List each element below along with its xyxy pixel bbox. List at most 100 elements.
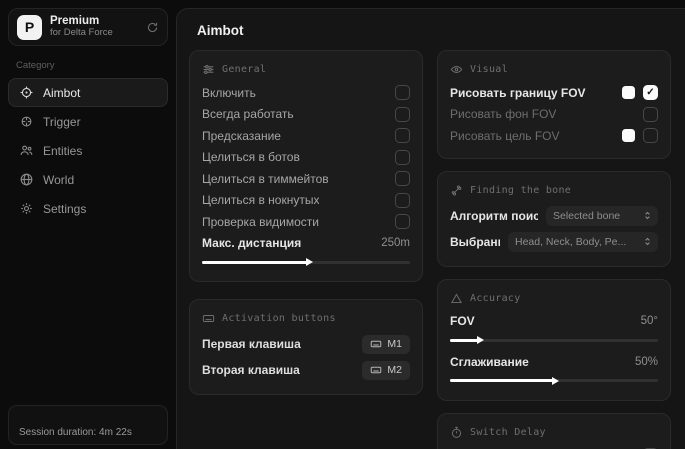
select-value: Selected bone bbox=[553, 209, 621, 222]
slider-label-row: FOV 50° bbox=[450, 311, 658, 333]
keybind-button-m2[interactable]: M2 bbox=[362, 360, 410, 380]
sidebar-item-entities[interactable]: Entities bbox=[8, 136, 168, 165]
premium-card: P Premium for Delta Force bbox=[8, 8, 168, 46]
keybind-value: M2 bbox=[387, 364, 402, 376]
sidebar-item-aimbot[interactable]: Aimbot bbox=[8, 78, 168, 107]
slider-track bbox=[202, 258, 410, 266]
unfold-icon bbox=[645, 237, 650, 246]
panel-accuracy: Accuracy FOV 50° Сглаживание 50% bbox=[437, 278, 671, 401]
slider-label-row: Макс. дистанция 250m bbox=[202, 233, 410, 255]
panel-general-header: General bbox=[202, 60, 410, 79]
main-panel: Aimbot General Включить ✓ Всегда работат… bbox=[176, 8, 685, 449]
globe-icon bbox=[19, 172, 34, 187]
keyboard-icon bbox=[202, 312, 215, 325]
sidebar-item-world[interactable]: World bbox=[8, 165, 168, 194]
session-card: Session duration: 4m 22s bbox=[8, 405, 168, 445]
toggle-row: Целиться в тиммейтов ✓ bbox=[202, 168, 410, 190]
panel-title: General bbox=[222, 64, 267, 75]
panel-accuracy-header: Accuracy bbox=[450, 289, 658, 308]
keybind-value: M1 bbox=[387, 338, 402, 350]
keybind-row: Первая клавиша M1 bbox=[202, 331, 410, 357]
sliders-icon bbox=[202, 63, 215, 76]
toggle-label: Проверка видимости bbox=[202, 214, 319, 229]
panel-finding-bone: Finding the bone Алгоритм поиска кости S… bbox=[437, 170, 671, 267]
sidebar-item-label: World bbox=[43, 172, 75, 187]
keybind-row: Вторая клавиша M2 bbox=[202, 357, 410, 383]
panel-title: Finding the bone bbox=[470, 184, 572, 196]
smoothing-slider[interactable] bbox=[450, 375, 658, 387]
users-icon bbox=[19, 143, 34, 158]
gear-icon bbox=[19, 201, 34, 216]
checkbox[interactable]: ✓ bbox=[643, 106, 658, 122]
sidebar-item-trigger[interactable]: Trigger bbox=[8, 107, 168, 136]
color-swatch[interactable] bbox=[622, 86, 635, 100]
slider-thumb[interactable] bbox=[477, 336, 485, 344]
visual-label: Рисовать фон FOV bbox=[450, 107, 557, 122]
checkbox[interactable]: ✓ bbox=[643, 85, 658, 101]
checkbox[interactable]: ✓ bbox=[395, 214, 410, 230]
visual-row: Рисовать фон FOV ✓ bbox=[450, 104, 658, 126]
toggle-row: Включить ✓ bbox=[202, 82, 410, 104]
checkbox[interactable]: ✓ bbox=[395, 171, 410, 187]
page-title: Aimbot bbox=[197, 23, 244, 38]
eye-icon bbox=[450, 63, 463, 76]
bone-algorithm-select[interactable]: Selected bone bbox=[546, 205, 658, 226]
slider-label: FOV bbox=[450, 314, 475, 329]
toggle-row: Всегда работать ✓ bbox=[202, 104, 410, 126]
visual-label: Рисовать границу FOV bbox=[450, 85, 586, 100]
app-logo: P bbox=[17, 14, 42, 40]
checkbox[interactable]: ✓ bbox=[395, 192, 410, 208]
slider-fill bbox=[450, 376, 559, 385]
checkbox[interactable]: ✓ bbox=[395, 128, 410, 144]
visual-label: Рисовать цель FOV bbox=[450, 128, 560, 143]
slider-value: 50° bbox=[640, 315, 658, 328]
checkbox[interactable]: ✓ bbox=[643, 128, 658, 144]
sidebar-item-label: Aimbot bbox=[43, 85, 81, 100]
toggle-label: Целиться в тиммейтов bbox=[202, 171, 329, 186]
slider-track bbox=[450, 376, 658, 385]
select-label: Выбранные кости bbox=[450, 234, 500, 249]
keybind-label: Первая клавиша bbox=[202, 337, 301, 351]
select-row: Выбранные кости Head, Neck, Body, Pe... bbox=[450, 229, 658, 255]
panel-title: Accuracy bbox=[470, 292, 521, 304]
unfold-icon bbox=[645, 211, 650, 220]
panel-visual-header: Visual bbox=[450, 60, 658, 79]
checkbox[interactable]: ✓ bbox=[395, 149, 410, 165]
keybind-button-m1[interactable]: M1 bbox=[362, 334, 410, 354]
toggle-label: Целиться в нокнутых bbox=[202, 193, 320, 208]
premium-subtitle: for Delta Force bbox=[50, 27, 113, 39]
slider-value: 50% bbox=[634, 355, 658, 368]
panel-bone-header: Finding the bone bbox=[450, 181, 658, 200]
keyboard-icon bbox=[371, 366, 382, 374]
checkbox[interactable]: ✓ bbox=[395, 85, 410, 101]
sidebar-item-settings[interactable]: Settings bbox=[8, 194, 168, 223]
max-distance-slider[interactable] bbox=[202, 256, 410, 268]
slider-label: Макс. дистанция bbox=[202, 236, 302, 251]
select-row: Алгоритм поиска кости Selected bone bbox=[450, 203, 658, 229]
visual-row: Рисовать цель FOV ✓ bbox=[450, 125, 658, 147]
slider-thumb[interactable] bbox=[552, 376, 559, 385]
panel-switch-header: Switch Delay bbox=[450, 423, 658, 442]
scope-icon bbox=[19, 114, 34, 129]
selected-bones-select[interactable]: Head, Neck, Body, Pe... bbox=[508, 231, 658, 252]
slider-fill bbox=[202, 258, 314, 266]
fov-slider[interactable] bbox=[450, 334, 658, 346]
toggle-row: Целиться в ботов ✓ bbox=[202, 147, 410, 169]
bone-icon bbox=[450, 184, 463, 197]
keybind-label: Вторая клавиша bbox=[202, 363, 300, 377]
panel-title: Activation buttons bbox=[222, 313, 336, 324]
sidebar: P Premium for Delta Force Category Aimbo… bbox=[8, 8, 168, 449]
select-label: Алгоритм поиска кости bbox=[450, 208, 538, 223]
slider-thumb[interactable] bbox=[306, 258, 314, 266]
color-swatch[interactable] bbox=[622, 129, 635, 143]
slider-value: 250m bbox=[381, 237, 410, 250]
panel-activation-header: Activation buttons bbox=[202, 309, 410, 328]
panel-switch-delay: Switch Delay Задержка переключения ✓ Зад… bbox=[437, 412, 671, 449]
refresh-icon[interactable] bbox=[146, 21, 159, 34]
visual-row: Рисовать границу FOV ✓ bbox=[450, 82, 658, 104]
sidebar-item-label: Entities bbox=[43, 143, 83, 158]
toggle-row: Предсказание ✓ bbox=[202, 125, 410, 147]
checkbox[interactable]: ✓ bbox=[395, 106, 410, 122]
sidebar-item-label: Settings bbox=[43, 201, 87, 216]
premium-text: Premium for Delta Force bbox=[50, 15, 138, 39]
